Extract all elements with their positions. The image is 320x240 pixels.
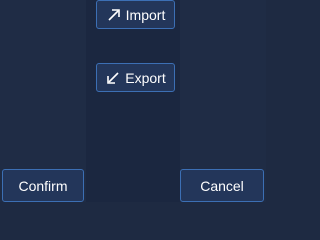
import-export-dialog: Import Export Confirm Cancel: [0, 0, 266, 202]
cancel-label: Cancel: [200, 177, 244, 194]
arrow-up-right-icon: [106, 7, 122, 23]
import-label: Import: [125, 6, 166, 23]
arrow-down-left-icon: [105, 70, 121, 86]
import-button[interactable]: Import: [96, 0, 175, 29]
confirm-button[interactable]: Confirm: [2, 169, 84, 202]
export-button[interactable]: Export: [96, 63, 175, 92]
export-label: Export: [125, 69, 166, 86]
center-panel: [86, 0, 180, 202]
confirm-label: Confirm: [18, 177, 68, 194]
cancel-button[interactable]: Cancel: [180, 169, 264, 202]
